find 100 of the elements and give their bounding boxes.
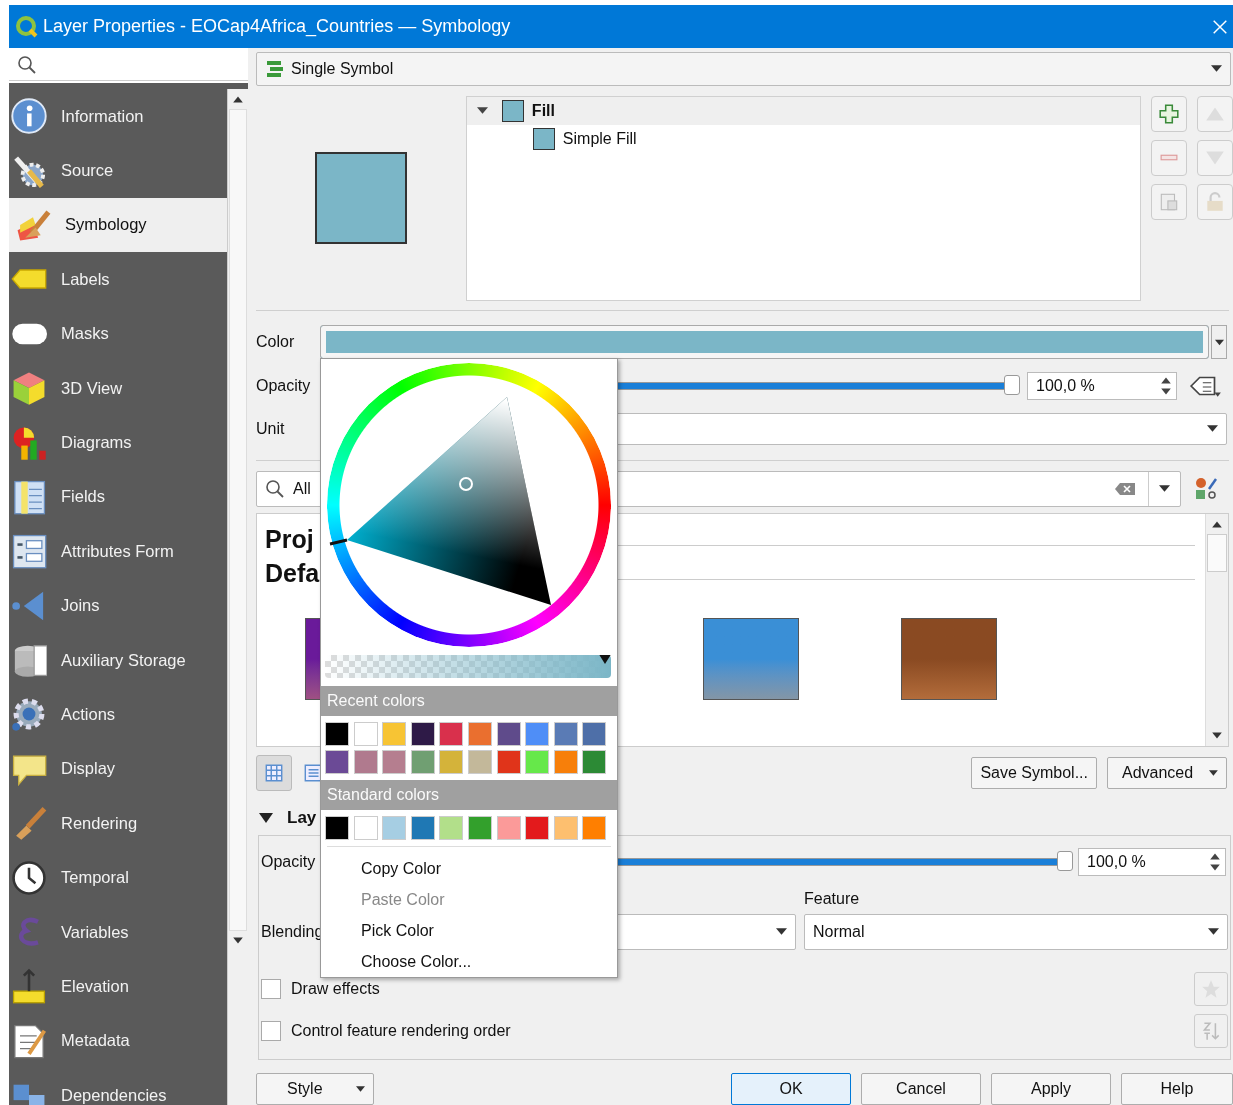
info-icon [11, 98, 47, 135]
field-label: Opacity [261, 852, 317, 871]
collapse-icon[interactable] [259, 813, 273, 824]
expand-icon[interactable] [476, 105, 488, 117]
color-swatch[interactable] [439, 816, 464, 840]
color-swatch[interactable] [410, 722, 435, 746]
sidebar-item[interactable]: Rendering [9, 796, 228, 851]
sidebar-item[interactable]: Auxiliary Storage [9, 632, 228, 688]
menu-item[interactable]: Copy Color [321, 853, 617, 884]
sidebar-item[interactable]: Actions [9, 687, 228, 742]
color-swatch[interactable] [582, 722, 607, 746]
sidebar-item[interactable]: Information [9, 89, 228, 144]
color-swatch[interactable] [525, 816, 550, 840]
sidebar-item[interactable]: Diagrams [9, 415, 228, 470]
color-swatch[interactable] [353, 816, 378, 840]
sidebar-item[interactable]: Dependencies [9, 1068, 228, 1105]
color-swatch[interactable] [582, 750, 607, 774]
caret-icon [776, 928, 787, 936]
checkbox[interactable] [261, 978, 281, 999]
icon-view-button[interactable] [256, 755, 292, 792]
renderer-dropdown[interactable]: Single Symbol [256, 52, 1231, 86]
search-icon [17, 55, 37, 75]
opacity-ramp[interactable] [325, 654, 611, 678]
color-swatch[interactable] [582, 816, 607, 840]
remove-layer-button[interactable] [1151, 139, 1187, 176]
field-label: Color [256, 333, 296, 352]
close-icon[interactable] [1211, 17, 1229, 36]
sidebar-item[interactable]: Masks [9, 306, 228, 361]
minus-icon [1160, 154, 1178, 162]
sidebar-item[interactable]: Joins [9, 578, 228, 633]
sidebar-item[interactable]: Attributes Form [9, 524, 228, 579]
color-swatch[interactable] [496, 722, 521, 746]
tree-item[interactable]: Fill [466, 96, 1140, 125]
color-swatch[interactable] [410, 816, 435, 840]
sidebar-item[interactable]: Variables [9, 904, 228, 960]
duplicate-layer-button[interactable] [1151, 183, 1187, 220]
sidebar-item[interactable]: Symbology [9, 197, 228, 253]
color-swatch[interactable] [525, 722, 550, 746]
color-swatch[interactable] [496, 750, 521, 774]
color-dropdown-button[interactable] [1211, 325, 1227, 360]
scroll-down-icon[interactable] [232, 936, 245, 946]
scrollbar[interactable] [227, 89, 248, 1105]
opacity-spinbox[interactable]: 100,0 % [1078, 847, 1226, 876]
advanced-button[interactable]: Advanced [1107, 757, 1227, 790]
checkbox[interactable] [261, 1020, 281, 1041]
dialog-button[interactable]: Help [1121, 1073, 1233, 1105]
symbol-swatch[interactable] [703, 617, 799, 700]
color-swatch[interactable] [325, 722, 349, 746]
color-swatch[interactable] [382, 816, 407, 840]
scroll-thumb[interactable] [229, 109, 248, 931]
color-swatch[interactable] [382, 750, 407, 774]
color-swatch[interactable] [353, 722, 378, 746]
color-swatch[interactable] [467, 816, 492, 840]
color-swatch[interactable] [525, 750, 550, 774]
style-manager-icon[interactable] [1195, 476, 1219, 501]
color-swatch[interactable] [467, 750, 492, 774]
color-swatch[interactable] [439, 722, 464, 746]
dialog-button[interactable]: OK [731, 1073, 851, 1105]
sidebar-item[interactable]: Elevation [9, 959, 228, 1014]
menu-item[interactable]: Choose Color... [321, 946, 617, 977]
sidebar-item[interactable]: Metadata [9, 1013, 228, 1069]
tree-item[interactable]: Simple Fill [466, 124, 1140, 153]
dialog-button[interactable]: Apply [991, 1073, 1111, 1105]
color-swatch[interactable] [410, 750, 435, 774]
single-symbol-icon [265, 58, 285, 79]
opacity-spinbox[interactable]: 100,0 % [1027, 371, 1177, 400]
scroll-up-icon[interactable] [232, 94, 245, 104]
color-swatch[interactable] [553, 816, 578, 840]
symbol-swatch[interactable] [901, 617, 997, 700]
sidebar-item[interactable]: 3D View [9, 360, 228, 416]
clear-icon[interactable] [1114, 481, 1136, 496]
color-swatch[interactable] [467, 722, 492, 746]
scroll-thumb[interactable] [1207, 533, 1227, 572]
caret-icon [1214, 338, 1224, 346]
color-swatch[interactable] [553, 750, 578, 774]
dialog-button[interactable]: Cancel [861, 1073, 981, 1105]
sidebar-item[interactable]: Display [9, 741, 228, 797]
feature-blending-dropdown[interactable]: Normal [804, 913, 1228, 950]
caret-icon[interactable] [1159, 485, 1170, 493]
fill-swatch [532, 127, 555, 150]
color-swatch[interactable] [382, 722, 407, 746]
add-layer-button[interactable] [1151, 95, 1187, 132]
sidebar-item[interactable]: Labels [9, 252, 228, 307]
sidebar-item[interactable]: Fields [9, 469, 228, 525]
fill-swatch [501, 99, 524, 122]
color-button[interactable] [320, 325, 1209, 360]
order-button[interactable] [1194, 1013, 1228, 1048]
color-swatch[interactable] [553, 722, 578, 746]
color-swatch[interactable] [325, 816, 349, 840]
save-symbol-button[interactable]: Save Symbol... [971, 757, 1097, 790]
color-swatch[interactable] [496, 816, 521, 840]
style-button[interactable]: Style [256, 1073, 374, 1105]
color-swatch[interactable] [325, 750, 349, 774]
sidebar-item[interactable]: Source [9, 143, 228, 198]
menu-item[interactable]: Pick Color [321, 915, 617, 946]
color-swatch[interactable] [353, 750, 378, 774]
sidebar-item[interactable]: Temporal [9, 850, 228, 905]
scrollbar[interactable] [1205, 513, 1228, 747]
document-icon [11, 1022, 47, 1059]
color-swatch[interactable] [439, 750, 464, 774]
